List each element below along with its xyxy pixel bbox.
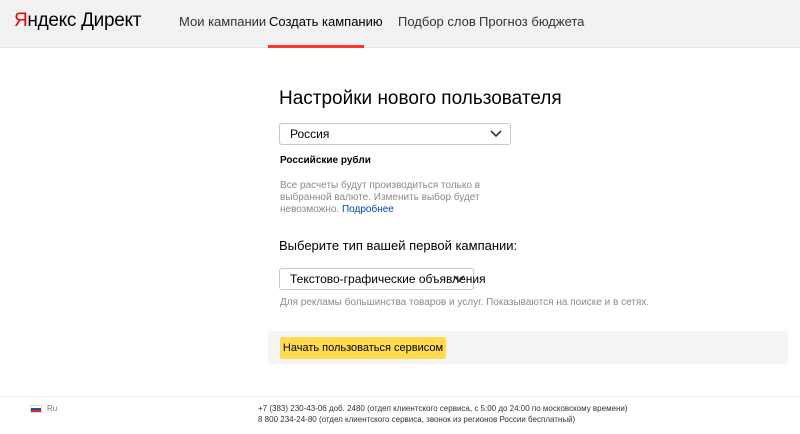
logo-letter: Я	[14, 10, 28, 31]
logo-text: ндекс Директ	[27, 10, 142, 31]
start-using-service-button[interactable]: Начать пользоваться сервисом	[280, 337, 446, 359]
top-header: Яндекс Директ Мои кампании Создать кампа…	[0, 0, 800, 48]
currency-label: Российские рубли	[280, 155, 371, 166]
yandex-direct-logo[interactable]: Яндекс Директ	[14, 10, 141, 32]
footer-phone-2: 8 800 234-24-80 (отдел клиентского серви…	[258, 415, 576, 424]
language-switcher[interactable]: Ru	[30, 404, 57, 413]
nav-word-selection[interactable]: Подбор слов	[398, 14, 476, 29]
nav-create-campaign[interactable]: Создать кампанию	[269, 14, 383, 29]
country-select[interactable]: Россия	[279, 123, 511, 145]
campaign-type-prompt: Выберите тип вашей первой кампании:	[279, 238, 518, 253]
nav-my-campaigns[interactable]: Мои кампании	[179, 14, 266, 29]
campaign-type-select[interactable]: Текстово-графические объявления	[279, 268, 486, 290]
chevron-down-icon	[453, 275, 465, 283]
currency-note: Все расчеты будут производиться только в…	[280, 180, 495, 216]
language-label: Ru	[47, 404, 58, 413]
page-title: Настройки нового пользователя	[279, 88, 562, 109]
nav-budget-forecast[interactable]: Прогноз бюджета	[479, 14, 584, 29]
active-tab-underline	[268, 45, 364, 48]
chevron-down-icon	[490, 130, 502, 138]
russia-flag-icon	[30, 404, 42, 413]
footer-divider	[0, 396, 800, 397]
country-select-value: Россия	[290, 127, 330, 141]
campaign-type-hint: Для рекламы большинства товаров и услуг.…	[280, 297, 650, 308]
footer-phone-1: +7 (383) 230-43-06 доб. 2480 (отдел клие…	[258, 404, 628, 413]
more-info-link[interactable]: Подробнее	[342, 204, 394, 215]
